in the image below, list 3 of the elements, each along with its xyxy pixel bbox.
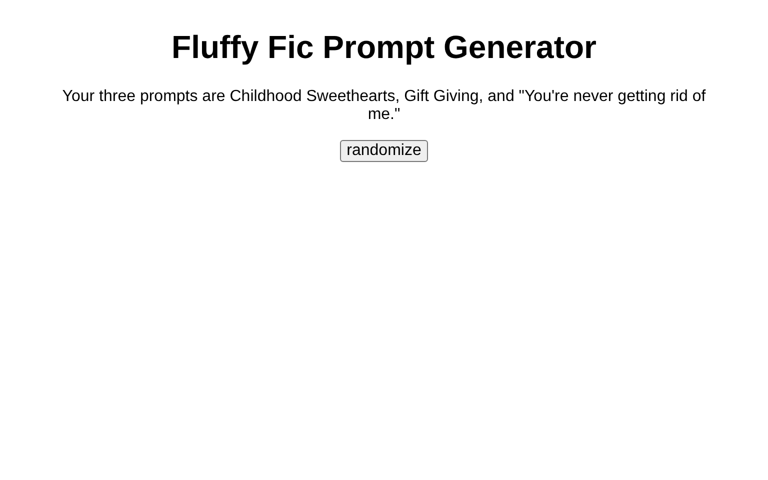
randomize-button[interactable]: randomize [340, 140, 428, 162]
page-title: Fluffy Fic Prompt Generator [172, 29, 596, 66]
prompt-sentence: Your three prompts are Childhood Sweethearts, Gift Giving, and "You're never getting rid of me." [61, 88, 707, 124]
